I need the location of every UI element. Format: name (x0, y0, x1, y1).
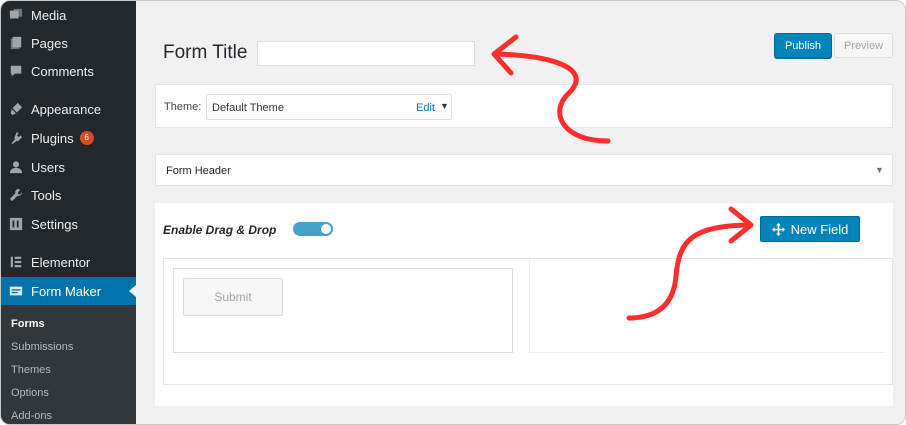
submit-button[interactable]: Submit (183, 278, 283, 316)
sidebar-item-settings[interactable]: Settings (1, 210, 136, 238)
users-icon (8, 159, 24, 175)
media-icon (8, 7, 24, 23)
preview-button[interactable]: Preview (834, 33, 893, 58)
sidebar-item-label: Plugins (31, 130, 74, 146)
sidebar-item-label: Tools (31, 187, 62, 203)
theme-label: Theme: (164, 101, 202, 113)
sidebar-item-appearance[interactable]: Appearance (1, 95, 136, 123)
sidebar-item-users[interactable]: Users (1, 153, 136, 181)
publish-button[interactable]: Publish (774, 33, 832, 58)
toggle-knob (321, 224, 331, 234)
theme-selected-value: Default Theme (212, 102, 284, 114)
chevron-down-icon: ▼ (440, 101, 449, 111)
sidebar-item-tools[interactable]: Tools (1, 181, 136, 209)
tools-icon (8, 187, 24, 203)
elementor-icon (8, 254, 24, 270)
form-layout-area: Submit (163, 258, 893, 385)
theme-panel: Theme: Default Theme Edit ▼ (155, 84, 893, 128)
active-menu-arrow (129, 285, 136, 297)
form-column-left[interactable]: Submit (173, 268, 513, 353)
sidebar-item-comments[interactable]: Comments (1, 57, 136, 85)
form-editor: Form Title Publish Preview Theme: Defaul… (136, 1, 905, 424)
form-header-label: Form Header (166, 165, 231, 177)
submenu-item-forms[interactable]: Forms (11, 318, 45, 330)
appearance-icon (8, 101, 24, 117)
theme-select[interactable]: Default Theme Edit ▼ (206, 94, 452, 120)
sidebar-item-label: Users (31, 159, 65, 175)
sidebar-item-pages[interactable]: Pages (1, 29, 136, 57)
sidebar-item-label: Form Maker (31, 283, 102, 299)
sidebar-item-elementor[interactable]: Elementor (1, 248, 136, 276)
sidebar-item-form-maker[interactable]: Form Maker (1, 277, 136, 305)
sidebar-item-label: Elementor (31, 254, 91, 270)
sidebar-item-label: Pages (31, 35, 68, 51)
submenu-item-submissions[interactable]: Submissions (11, 341, 73, 353)
new-field-button[interactable]: New Field (760, 216, 860, 242)
plugins-icon (8, 130, 24, 146)
drag-drop-label: Enable Drag & Drop (163, 223, 277, 237)
new-field-label: New Field (790, 221, 849, 237)
form-maker-submenu: Forms Submissions Themes Options Add-ons (1, 305, 136, 424)
sidebar-item-plugins[interactable]: Plugins 6 (1, 124, 136, 152)
pages-icon (8, 35, 24, 51)
form-title-input[interactable] (257, 41, 475, 66)
plugins-update-badge: 6 (79, 131, 94, 145)
sidebar-item-media[interactable]: Media (1, 1, 136, 29)
move-icon (771, 222, 785, 236)
form-header-section[interactable]: Form Header ▼ (155, 154, 893, 186)
submenu-item-add-ons[interactable]: Add-ons (11, 410, 52, 422)
chevron-down-icon[interactable]: ▼ (875, 165, 884, 175)
form-column-right[interactable] (529, 259, 885, 353)
form-title-label: Form Title (163, 42, 248, 63)
form-builder-panel: Enable Drag & Drop New Field Submit (155, 203, 893, 406)
form-maker-icon (8, 283, 24, 299)
submenu-item-themes[interactable]: Themes (11, 364, 51, 376)
drag-drop-toggle[interactable] (293, 222, 333, 236)
sidebar-item-label: Appearance (31, 101, 102, 117)
sidebar-item-label: Comments (31, 63, 94, 79)
submenu-item-options[interactable]: Options (11, 387, 49, 399)
sidebar-item-label: Media (31, 7, 67, 23)
admin-sidebar: Media Pages Comments Appearance Plugins (1, 1, 136, 424)
settings-icon (8, 216, 24, 232)
sidebar-item-label: Settings (31, 216, 78, 232)
comments-icon (8, 63, 24, 79)
screenshot-frame: Media Pages Comments Appearance Plugins (0, 0, 906, 425)
theme-edit-link[interactable]: Edit (416, 102, 435, 114)
